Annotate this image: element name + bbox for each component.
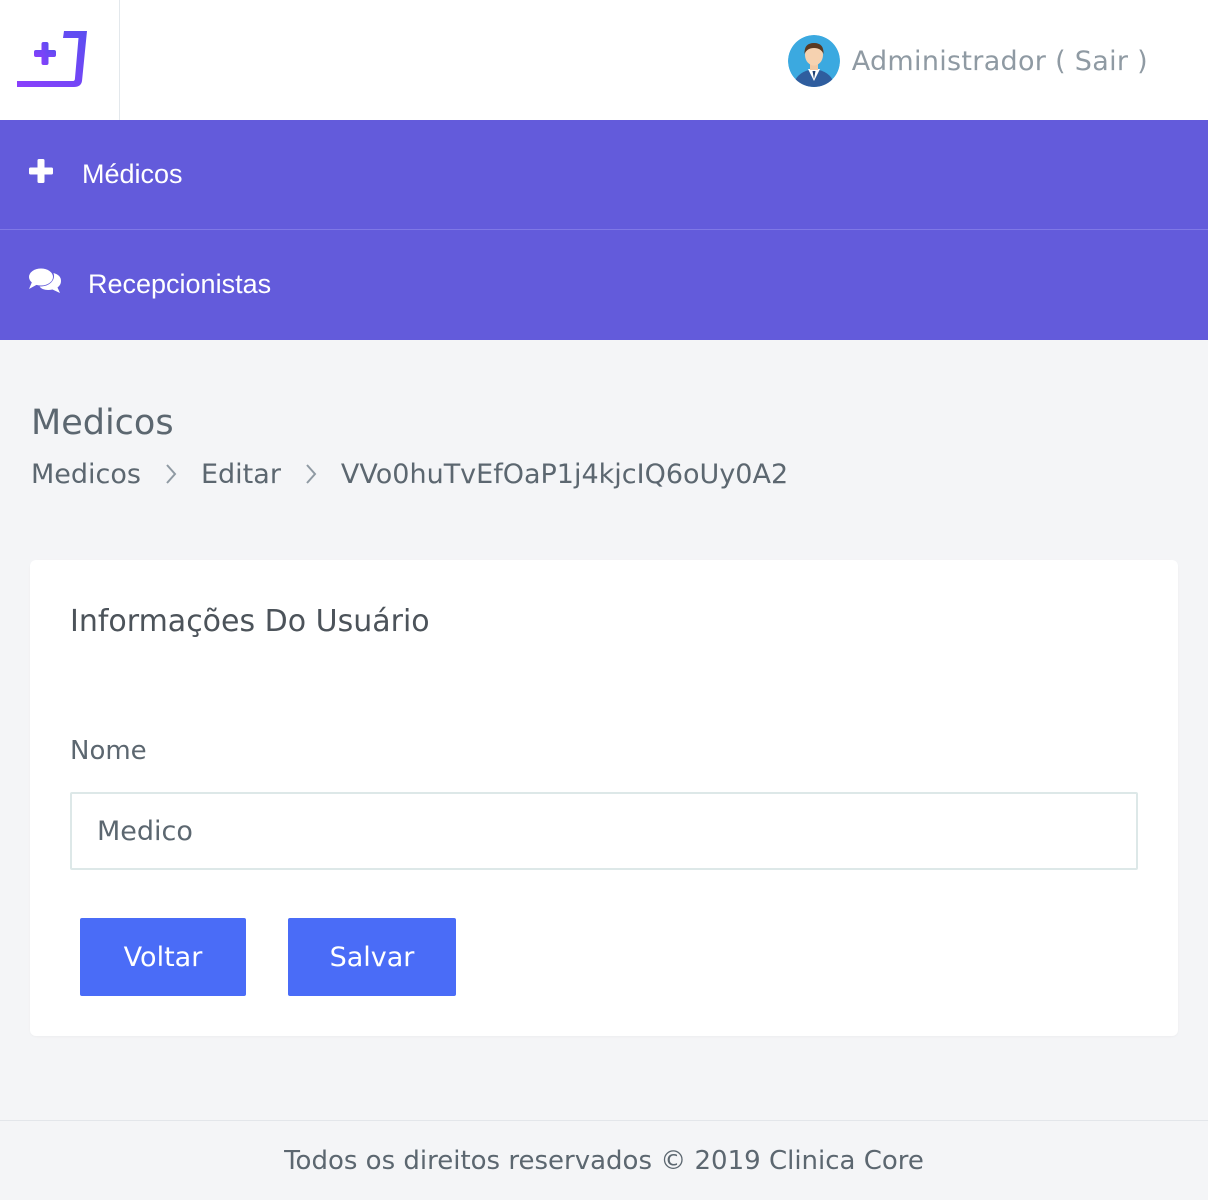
user-info-card: Informações Do Usuário Nome Voltar Salva… [30, 560, 1178, 1036]
card-title: Informações Do Usuário [70, 604, 430, 639]
chevron-right-icon [165, 463, 177, 485]
copyright-text: Todos os direitos reservados © 2019 Clin… [284, 1145, 924, 1176]
comments-icon [28, 267, 62, 302]
breadcrumb-item-current: VVo0huTvEfOaP1j4kjcIQ6oUy0A2 [340, 458, 789, 490]
user-avatar-icon [787, 35, 840, 87]
name-label: Nome [70, 736, 147, 766]
footer: Todos os direitos reservados © 2019 Clin… [0, 1120, 1208, 1200]
name-input[interactable] [70, 792, 1138, 870]
breadcrumb-item-editar[interactable]: Editar [201, 459, 281, 490]
menu-item-label: Médicos [82, 159, 183, 189]
top-header: Administrador ( Sair ) [0, 0, 1208, 120]
avatar [787, 35, 840, 87]
main-menu: Médicos Recepcionistas [0, 120, 1208, 340]
user-name-logout-link[interactable]: Administrador ( Sair ) [852, 46, 1148, 77]
logo[interactable] [0, 0, 120, 120]
breadcrumb-item-medicos[interactable]: Medicos [31, 459, 141, 490]
menu-item-recepcionistas[interactable]: Recepcionistas [0, 230, 1208, 339]
back-button[interactable]: Voltar [80, 918, 246, 996]
save-button[interactable]: Salvar [288, 918, 456, 996]
user-menu[interactable]: Administrador ( Sair ) [787, 33, 1148, 89]
menu-item-medicos[interactable]: Médicos [0, 120, 1208, 230]
logo-icon [17, 31, 87, 87]
breadcrumb: Medicos Editar VVo0huTvEfOaP1j4kjcIQ6oUy… [31, 456, 788, 492]
page-title: Medicos [31, 403, 174, 443]
chevron-right-icon [305, 463, 317, 485]
plus-icon [28, 158, 54, 191]
menu-item-label: Recepcionistas [88, 269, 272, 299]
